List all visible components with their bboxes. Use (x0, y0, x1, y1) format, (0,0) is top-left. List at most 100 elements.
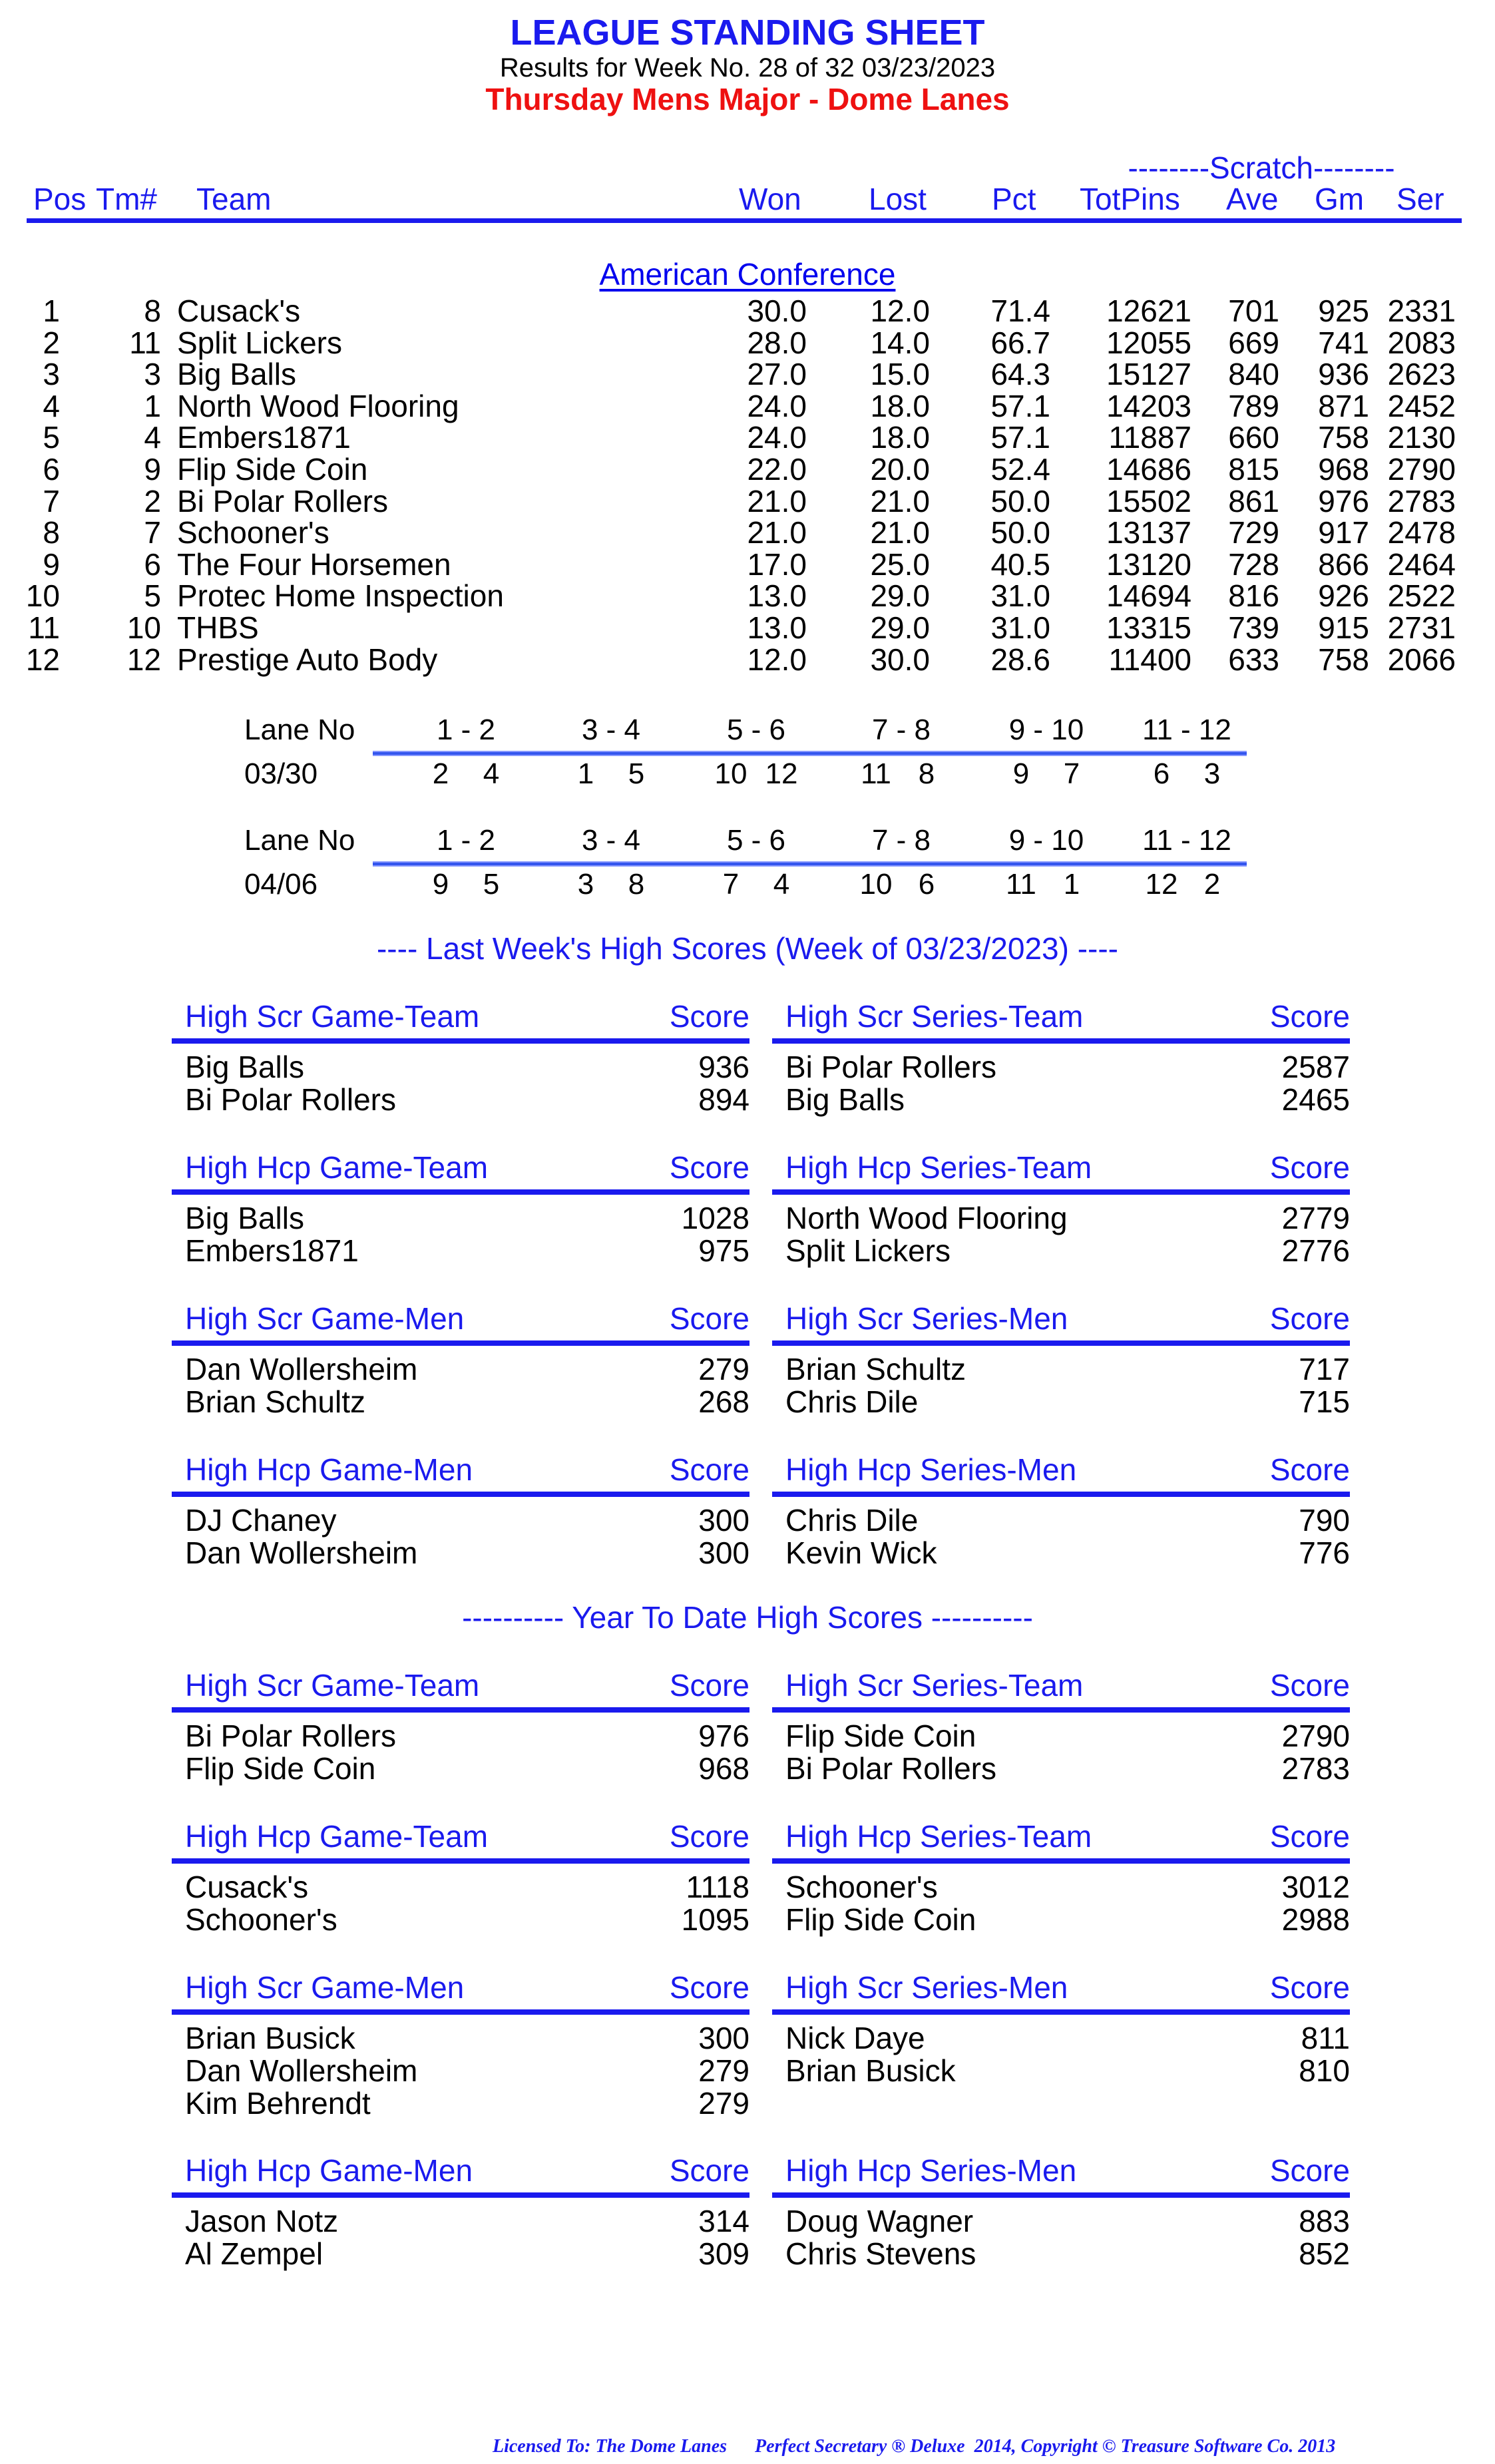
high-score-box-header: High Scr Series-Team Score (772, 998, 1350, 1037)
lane-no-label: Lane No (244, 824, 355, 857)
high-score-header-rule (172, 1492, 749, 1497)
bowler-name: Dan Wollersheim (185, 2053, 418, 2088)
high-score-category: High Hcp Game-Men (185, 1452, 473, 1487)
score-column-label: Score (1269, 999, 1350, 1034)
high-score-header-rule (172, 1038, 749, 1044)
high-score-category: High Hcp Game-Men (185, 2153, 473, 2188)
high-score-header-rule (772, 1038, 1350, 1044)
cell-ave: 729 (1228, 515, 1279, 550)
lane-team-number: 10 (714, 757, 748, 790)
high-score-box-header: High Scr Game-Men Score (172, 1301, 749, 1339)
score-value: 300 (698, 1536, 749, 1570)
cell-totpins: 15127 (1106, 357, 1191, 392)
lane-rule (373, 751, 1247, 756)
high-score-header-rule (172, 1340, 749, 1346)
bowler-name: Big Balls (185, 1050, 304, 1084)
high-score-box-header: High Hcp Series-Men Score (772, 1452, 1350, 1490)
cell-lost: 30.0 (870, 642, 930, 677)
col-header-totpins: TotPins (1080, 182, 1180, 216)
cell-pos: 11 (28, 610, 60, 645)
cell-tm: 10 (126, 610, 161, 645)
score-value: 968 (698, 1751, 749, 1786)
high-score-category: High Hcp Game-Team (185, 1819, 489, 1854)
cell-ser: 2464 (1387, 546, 1456, 582)
score-column-label: Score (1269, 1668, 1350, 1703)
cell-won: 21.0 (747, 515, 807, 550)
cell-won: 24.0 (747, 420, 807, 455)
lane-team-number: 12 (1145, 868, 1178, 901)
cell-ser: 2130 (1387, 420, 1456, 455)
score-column-label: Score (669, 1668, 749, 1703)
cell-won: 17.0 (747, 546, 807, 582)
cell-pct: 28.6 (990, 642, 1050, 677)
cell-lost: 21.0 (870, 483, 930, 518)
high-score-category: High Hcp Series-Men (785, 2153, 1077, 2188)
bowler-name: DJ Chaney (185, 1503, 337, 1538)
high-score-header-rule (772, 1707, 1350, 1713)
schedule-date: 04/06 (244, 868, 318, 901)
high-score-header-rule (772, 1492, 1350, 1497)
bowler-name: Chris Dile (785, 1503, 919, 1538)
cell-pct: 52.4 (990, 452, 1050, 487)
high-score-entry: Big Balls 1028 (172, 1200, 749, 1235)
cell-team: The Four Horsemen (177, 546, 451, 582)
cell-totpins: 14694 (1106, 578, 1191, 614)
score-value: 717 (1299, 1352, 1350, 1386)
high-score-entry: North Wood Flooring 2779 (772, 1200, 1350, 1235)
cell-team: Big Balls (177, 357, 296, 392)
cell-ser: 2083 (1387, 325, 1456, 360)
bowler-name: Chris Stevens (785, 2236, 976, 2271)
cell-pos: 10 (25, 578, 60, 614)
cell-ave: 840 (1228, 357, 1279, 392)
cell-pct: 57.1 (990, 388, 1050, 423)
standings-row: 8 7 Schooner's 21.0 21.0 50.0 13137 729 917 2478 (0, 514, 1495, 550)
high-score-box-header: High Hcp Game-Men Score (172, 2153, 749, 2191)
standings-header-rule (27, 218, 1462, 223)
standings-row: 12 12 Prestige Auto Body 12.0 30.0 28.6 11400 6… (0, 642, 1495, 677)
lane-team-number: 8 (918, 757, 935, 790)
lane-header-row: Lane No 1 - 2 3 - 4 5 - 6 7 - 8 9 - 10 11 - 12 (0, 824, 1495, 857)
score-value: 2988 (1281, 1902, 1350, 1937)
high-score-box-header: High Hcp Game-Team Score (172, 1818, 749, 1857)
lane-team-number: 4 (483, 757, 500, 790)
cell-tm: 11 (129, 325, 161, 360)
cell-totpins: 13120 (1106, 546, 1191, 582)
score-value: 300 (698, 1503, 749, 1538)
score-value: 790 (1299, 1503, 1350, 1538)
cell-totpins: 12621 (1106, 294, 1191, 328)
high-score-entry: Bi Polar Rollers 894 (172, 1082, 749, 1117)
standings-row: 1 8 Cusack's 30.0 12.0 71.4 12621 701 925 2331 (0, 293, 1495, 328)
last-week-title: ---- Last Week's High Scores (Week of 03… (376, 931, 1119, 966)
standings-row: 7 2 Bi Polar Rollers 21.0 21.0 50.0 15502 861 97… (0, 483, 1495, 518)
cell-pos: 4 (43, 388, 60, 423)
cell-totpins: 13315 (1106, 610, 1191, 645)
cell-tm: 1 (144, 388, 161, 423)
standings-row: 5 4 Embers1871 24.0 18.0 57.1 11887 660 758 2130 (0, 419, 1495, 455)
cell-tm: 12 (126, 642, 161, 677)
bowler-name: Dan Wollersheim (185, 1536, 418, 1570)
high-score-box: High Scr Game-Men Score Brian Busick 300 Dan… (172, 1969, 749, 2121)
bowler-name: Bi Polar Rollers (185, 1719, 396, 1753)
cell-totpins: 14686 (1106, 452, 1191, 487)
col-header-lost: Lost (869, 182, 927, 216)
cell-team: Flip Side Coin (177, 452, 368, 487)
cell-ave: 739 (1228, 610, 1279, 645)
cell-totpins: 15502 (1106, 483, 1191, 518)
lane-team-number: 11 (1006, 868, 1036, 901)
lane-team-number: 8 (628, 868, 645, 901)
cell-tm: 6 (144, 546, 161, 582)
cell-pos: 8 (43, 515, 60, 550)
high-score-box: High Hcp Game-Team Score Big Balls 1028 Embe… (172, 1149, 749, 1268)
score-value: 300 (698, 2021, 749, 2055)
ytd-title: ---------- Year To Date High Scores ----… (462, 1600, 1033, 1635)
standings-row: 6 9 Flip Side Coin 22.0 20.0 52.4 14686 815 968 2… (0, 451, 1495, 487)
score-column-label: Score (1269, 1819, 1350, 1854)
high-score-category: High Hcp Game-Team (185, 1150, 489, 1185)
lane-team-number: 7 (722, 868, 740, 901)
score-value: 776 (1299, 1536, 1350, 1570)
bowler-name: Bi Polar Rollers (185, 1082, 396, 1117)
lane-pair-label: 9 - 10 (1008, 824, 1084, 857)
lane-pair-label: 3 - 4 (581, 714, 641, 746)
